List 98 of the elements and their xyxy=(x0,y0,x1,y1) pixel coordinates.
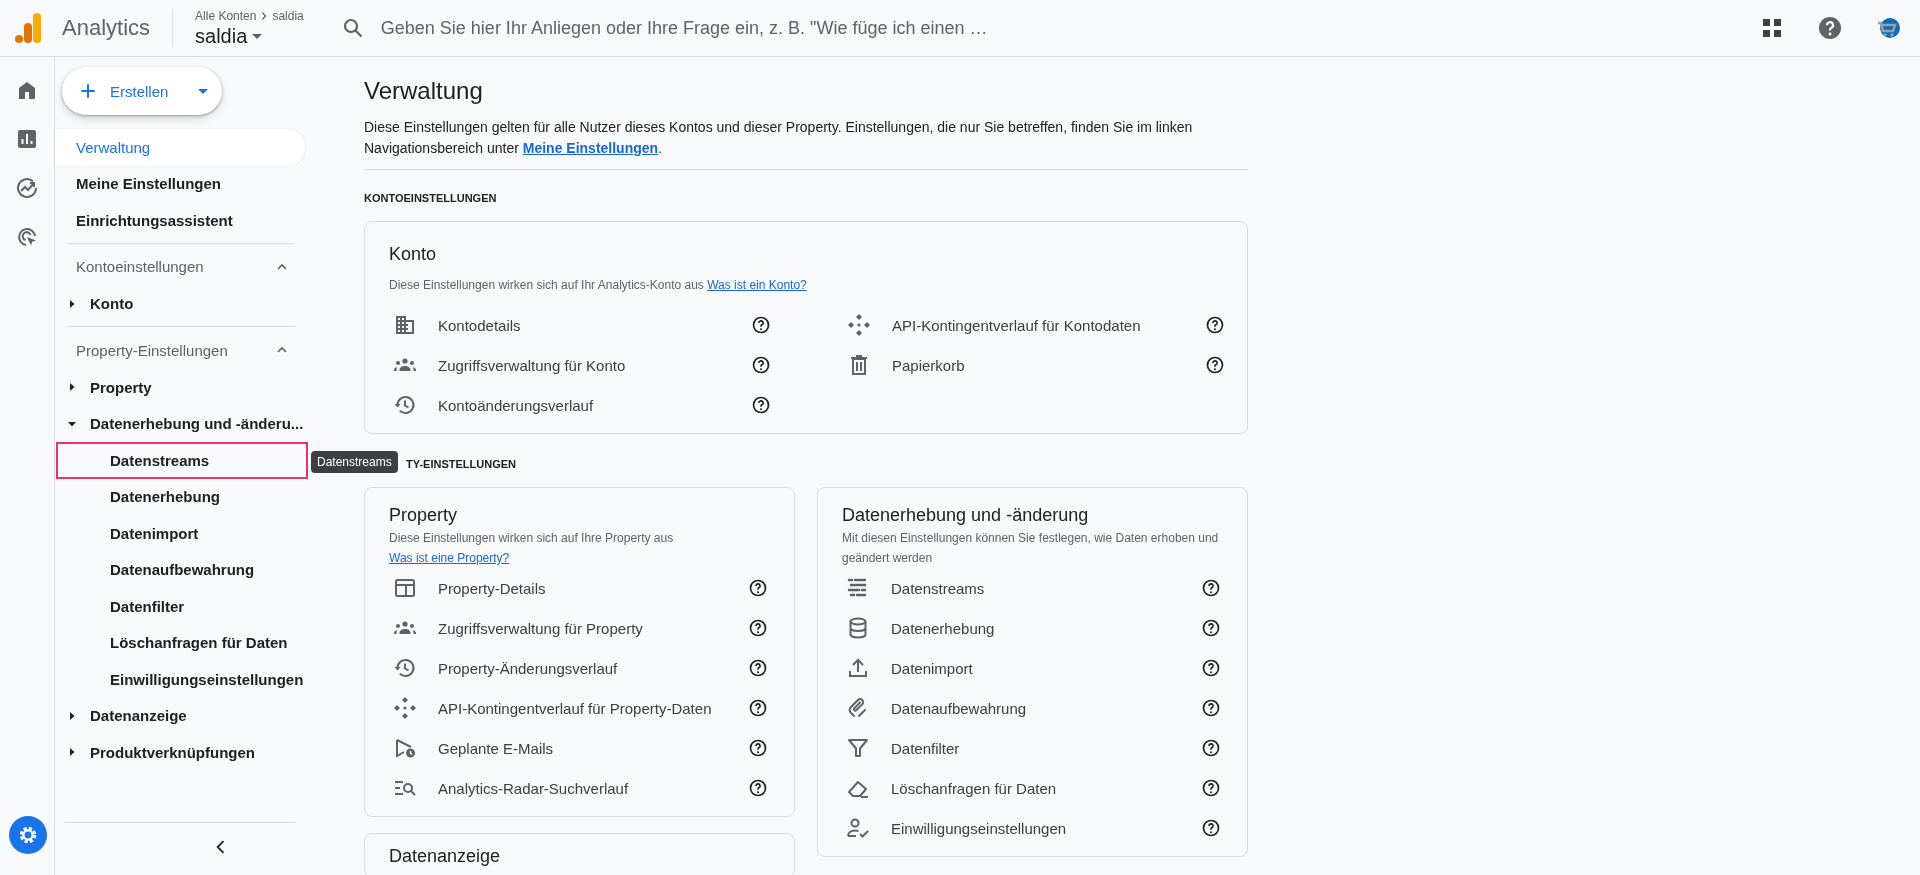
settings-link[interactable]: API-Kontingentverlauf für Kontodaten xyxy=(892,316,1205,334)
tree-item[interactable]: Property xyxy=(55,369,305,406)
settings-link[interactable]: Datenfilter xyxy=(891,739,1201,757)
nav-item[interactable]: Einrichtungsassistent xyxy=(55,202,305,239)
settings-link[interactable]: Property-Details xyxy=(438,579,748,597)
upload-icon xyxy=(846,656,870,680)
page-title: Verwaltung xyxy=(364,77,484,105)
filter-icon xyxy=(846,736,870,760)
card-title: Konto xyxy=(389,244,438,265)
tree-item[interactable]: Einwilligungseinstellungen xyxy=(56,661,308,698)
search-field[interactable]: Geben Sie hier Ihr Anliegen oder Ihre Frage ein, z. B. "Wie füge ich einen … xyxy=(378,16,1483,40)
account-avatar xyxy=(1876,16,1900,40)
card-title: Datenerhebung und -änderung xyxy=(842,505,1090,526)
tree-item[interactable]: Löschanfragen für Daten xyxy=(56,624,308,661)
tree-item[interactable]: Produktverknüpfungen xyxy=(55,734,305,771)
caret-right-icon[interactable] xyxy=(67,298,77,309)
tree-item[interactable]: Datenfilter xyxy=(56,588,308,625)
nav-item[interactable]: Meine Einstellungen xyxy=(55,165,305,202)
settings-link[interactable]: Zugriffsverwaltung für Konto xyxy=(438,356,751,374)
create-button[interactable]: Erstellen xyxy=(62,67,222,115)
scheduled-send-icon xyxy=(393,736,417,760)
settings-link[interactable]: API-Kontingentverlauf für Property-Daten xyxy=(438,699,748,717)
arrows-icon xyxy=(847,313,871,337)
dropdown-caret-icon xyxy=(196,88,211,94)
breadcrumb-link[interactable]: Alle Konten xyxy=(195,8,257,23)
tree-item[interactable]: Datenerhebung und -änderu... xyxy=(55,405,305,442)
help-icon xyxy=(1201,738,1221,758)
help-link[interactable]: Was ist eine Property? xyxy=(389,551,510,565)
settings-link[interactable]: Einwilligungseinstellungen xyxy=(891,819,1201,837)
building-icon xyxy=(393,313,417,337)
help-icon xyxy=(748,618,768,638)
help-icon xyxy=(1818,16,1842,40)
tree-item[interactable]: Konto xyxy=(55,285,305,322)
settings-link[interactable]: Datenerhebung xyxy=(891,619,1201,637)
account-picker[interactable]: saldia xyxy=(195,24,304,48)
settings-button[interactable] xyxy=(9,816,47,854)
tree-item[interactable]: Datenanzeige xyxy=(55,697,305,734)
help-link[interactable]: Was ist ein Konto? xyxy=(707,278,807,292)
target-cursor-icon xyxy=(15,225,39,249)
help-icon xyxy=(748,778,768,798)
help-icon xyxy=(748,698,768,718)
tree-item[interactable]: Datenerhebung xyxy=(56,478,308,515)
help-icon xyxy=(1201,578,1221,598)
person-check-icon xyxy=(846,816,870,840)
settings-link[interactable]: Zugriffsverwaltung für Property xyxy=(438,619,748,637)
settings-link[interactable]: Analytics-Radar-Suchverlauf xyxy=(438,779,748,797)
breadcrumb-item: saldia xyxy=(272,8,304,23)
settings-icon xyxy=(17,824,39,846)
dropdown-caret-icon xyxy=(250,33,265,39)
card-description: Mit diesen Einstellungen können Sie festlegen, wie Daten erhoben und geändert werden xyxy=(842,530,1220,567)
section-header[interactable]: Kontoeinstellungen xyxy=(55,247,305,286)
settings-link[interactable]: Papierkorb xyxy=(892,356,1205,374)
trend-chart-icon xyxy=(15,176,39,200)
help-icon xyxy=(1201,658,1221,678)
settings-link[interactable]: Kontoänderungsverlauf xyxy=(438,396,751,414)
help-icon xyxy=(1205,315,1225,335)
plus-icon xyxy=(78,81,98,101)
section-header[interactable]: Property-Einstellungen xyxy=(55,331,305,369)
bar-chart-icon xyxy=(15,127,39,151)
card-description: Diese Einstellungen wirken sich auf Ihr Analytics-Konto aus Was ist ein Konto? xyxy=(389,277,808,294)
settings-link[interactable]: Datenstreams xyxy=(891,579,1201,597)
help-icon xyxy=(751,395,771,415)
help-icon xyxy=(1201,698,1221,718)
settings-link[interactable]: Löschanfragen für Daten xyxy=(891,779,1201,797)
apps-grid-icon xyxy=(1760,16,1784,40)
card-title: Datenanzeige xyxy=(389,846,502,867)
nav-item[interactable]: Verwaltung xyxy=(55,129,305,166)
page-description: Diese Einstellungen gelten für alle Nutzer dieses Kontos und dieser Property. Einstellungen, die nur Sie betreffen, finden Sie im linken Navigationsbereich unter Meine Einstellungen. xyxy=(364,117,1248,170)
help-icon xyxy=(748,578,768,598)
database-icon xyxy=(846,616,870,640)
history-icon xyxy=(393,393,417,417)
help-icon xyxy=(748,658,768,678)
product-name: Analytics xyxy=(62,9,174,47)
help-icon xyxy=(1201,618,1221,638)
arrows-icon xyxy=(393,696,417,720)
window-icon xyxy=(393,576,417,600)
caret-right-icon[interactable] xyxy=(67,382,77,393)
tree-item[interactable]: Datenaufbewahrung xyxy=(56,551,308,588)
tooltip: Datenstreams xyxy=(311,451,398,473)
card-title: Property xyxy=(389,505,459,526)
help-icon xyxy=(1205,355,1225,375)
caret-right-icon[interactable] xyxy=(67,747,77,758)
help-icon xyxy=(748,738,768,758)
settings-link[interactable]: Datenimport xyxy=(891,659,1201,677)
help-icon xyxy=(751,315,771,335)
settings-link[interactable]: Datenaufbewahrung xyxy=(891,699,1201,717)
settings-link[interactable]: Property-Änderungsverlauf xyxy=(438,659,748,677)
history-icon xyxy=(393,656,417,680)
card-description: Diese Einstellungen wirken sich auf Ihre Property aus Was ist eine Property? xyxy=(389,530,675,567)
caret-right-icon[interactable] xyxy=(67,710,77,721)
analytics-logo xyxy=(14,13,42,43)
settings-link[interactable]: Geplante E-Mails xyxy=(438,739,748,757)
help-icon xyxy=(751,355,771,375)
help-icon xyxy=(1201,778,1221,798)
settings-link[interactable]: Kontodetails xyxy=(438,316,751,334)
tree-item[interactable]: Datenimport xyxy=(56,515,308,552)
help-icon xyxy=(1201,818,1221,838)
section-heading: KONTOEINSTELLUNGEN xyxy=(364,192,498,204)
